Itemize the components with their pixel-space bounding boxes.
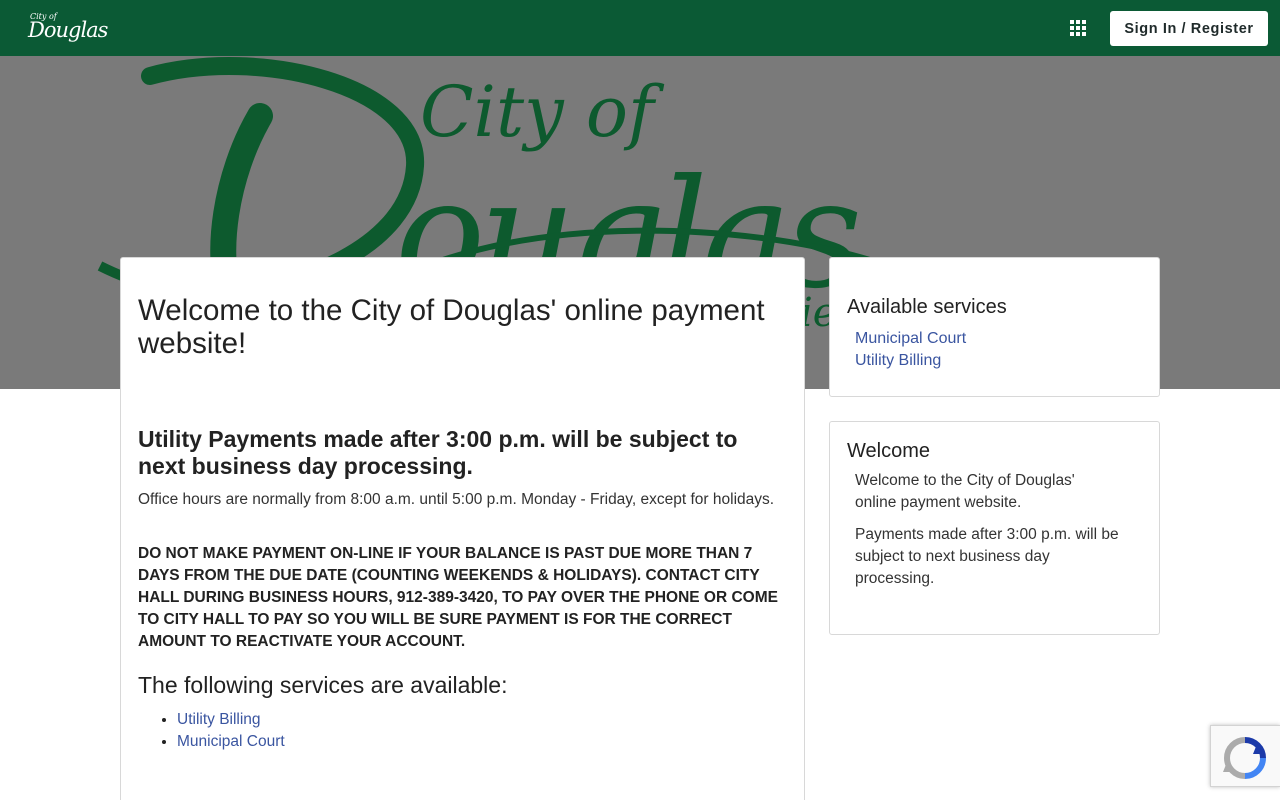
city-logo[interactable]: City of Douglas — [26, 10, 108, 48]
svg-text:City of: City of — [420, 71, 665, 153]
recaptcha-badge[interactable] — [1210, 725, 1280, 787]
list-item: Utility Billing — [177, 709, 285, 731]
sidebar-utility-billing-link[interactable]: Utility Billing — [855, 350, 966, 372]
services-list: Utility Billing Municipal Court — [161, 709, 285, 753]
payment-cutoff-paragraph: Payments made after 3:00 p.m. will be su… — [855, 526, 1119, 587]
main-content-card: Welcome to the City of Douglas' online p… — [120, 257, 805, 800]
top-navbar: City of Douglas Sign In / Register — [0, 0, 1280, 56]
available-services-card: Available services Municipal Court Utili… — [829, 257, 1160, 397]
municipal-court-link[interactable]: Municipal Court — [177, 733, 285, 750]
services-heading: The following services are available: — [138, 672, 508, 698]
processing-notice-heading: Utility Payments made after 3:00 p.m. wi… — [138, 426, 738, 479]
list-item: Municipal Court — [177, 731, 285, 753]
logo-big-text: Douglas — [28, 18, 108, 42]
office-hours-text: Office hours are normally from 8:00 a.m.… — [138, 491, 775, 508]
welcome-title: Welcome — [847, 440, 930, 462]
available-services-title: Available services — [847, 296, 1007, 318]
welcome-card: Welcome Welcome to the City of Douglas' … — [829, 421, 1160, 635]
welcome-paragraph: Welcome to the City of Douglas' online p… — [855, 472, 1075, 511]
sidebar-municipal-court-link[interactable]: Municipal Court — [855, 328, 966, 350]
utility-billing-link[interactable]: Utility Billing — [177, 711, 261, 728]
sign-in-register-button[interactable]: Sign In / Register — [1110, 11, 1268, 46]
apps-grid-icon[interactable] — [1068, 18, 1088, 38]
page-title: Welcome to the City of Douglas' online p… — [138, 294, 765, 360]
available-services-links: Municipal Court Utility Billing — [855, 328, 966, 372]
past-due-warning: DO NOT MAKE PAYMENT ON-LINE IF YOUR BALA… — [138, 545, 778, 650]
recaptcha-icon — [1223, 737, 1266, 779]
